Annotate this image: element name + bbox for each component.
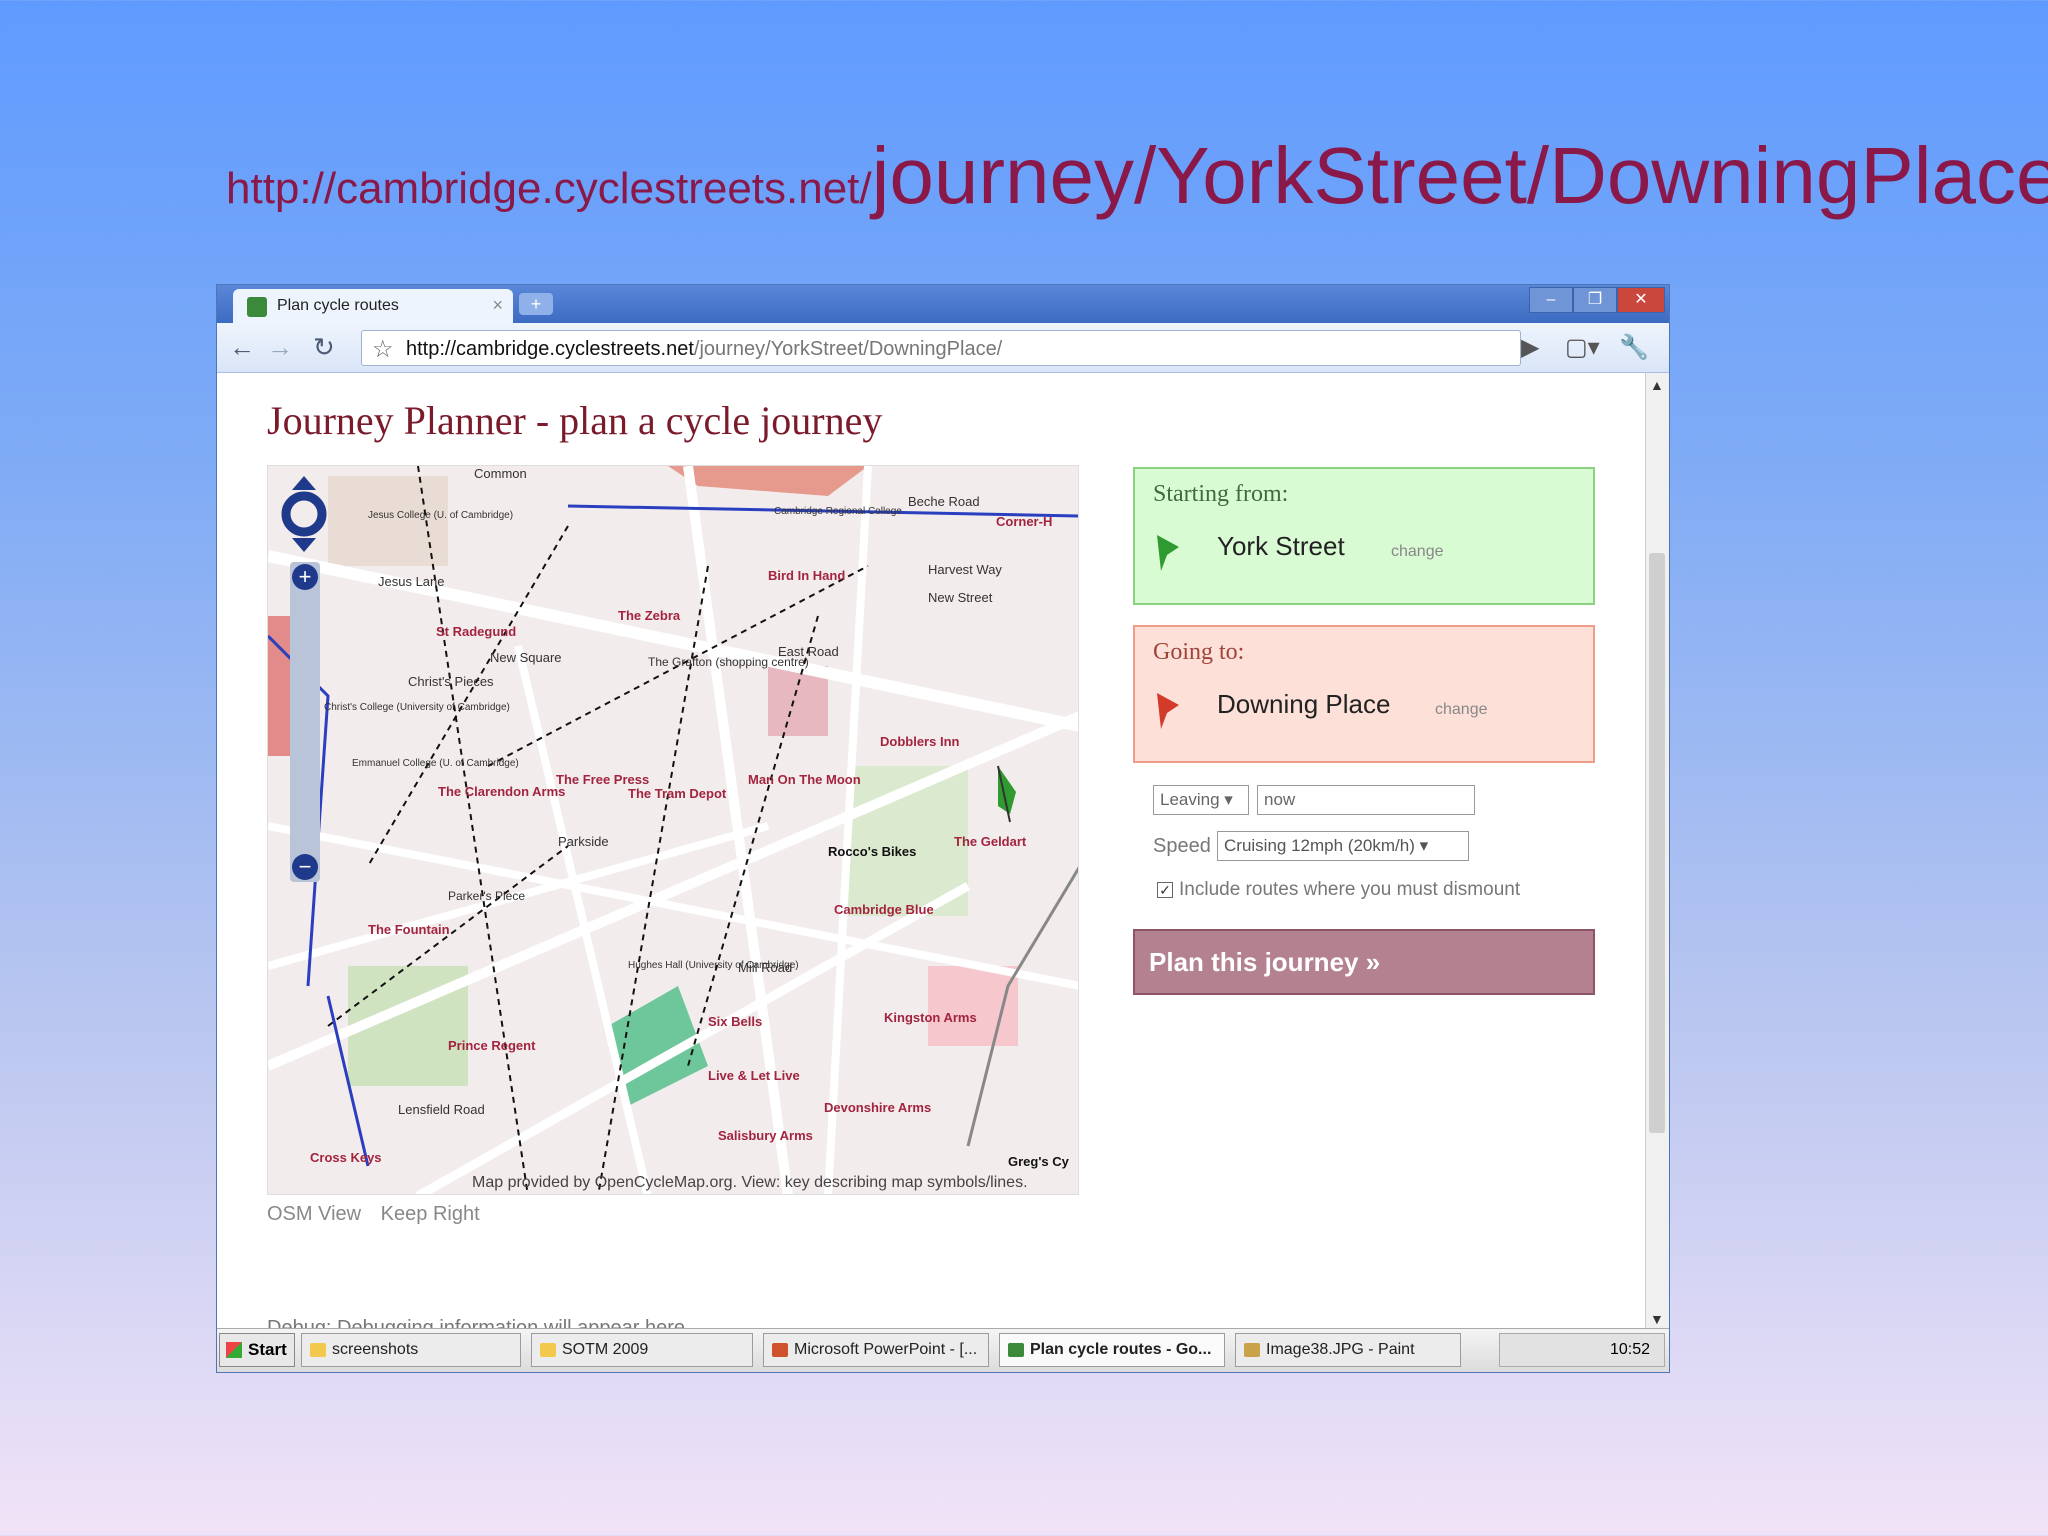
dismount-checkbox[interactable]: ✓	[1157, 882, 1173, 898]
zoom-in-icon[interactable]: +	[292, 564, 318, 590]
tab-title: Plan cycle routes	[277, 297, 399, 314]
task-label: screenshots	[332, 1341, 419, 1358]
map-canvas[interactable]	[268, 466, 1079, 1195]
task-label: SOTM 2009	[562, 1341, 649, 1358]
speed-value: Cruising 12mph (20km/h)	[1224, 836, 1415, 855]
reload-icon[interactable]: ↻	[313, 333, 335, 361]
red-flag-icon	[1157, 693, 1179, 729]
leaving-value: Leaving	[1160, 790, 1220, 809]
change-start-link[interactable]: change	[1391, 543, 1444, 561]
change-end-link[interactable]: change	[1435, 701, 1488, 719]
back-arrow-icon[interactable]: ←	[229, 333, 255, 361]
title-bar: Plan cycle routes × + – ❐ ✕	[217, 285, 1669, 323]
close-tab-icon[interactable]: ×	[492, 295, 503, 316]
paint-icon	[1244, 1343, 1260, 1357]
plan-journey-button[interactable]: Plan this journey »	[1133, 929, 1595, 995]
task-sotm[interactable]: SOTM 2009	[531, 1333, 753, 1367]
folder-icon	[310, 1343, 326, 1357]
dismount-option[interactable]: ✓ Include routes where you must dismount	[1157, 879, 1520, 901]
minimize-button[interactable]: –	[1529, 287, 1573, 313]
task-paint[interactable]: Image38.JPG - Paint	[1235, 1333, 1461, 1367]
go-arrow-icon[interactable]: ▶	[1521, 333, 1539, 362]
start-button[interactable]: Start	[219, 1333, 295, 1367]
cyclestreets-favicon-icon	[247, 297, 267, 317]
tab-plan-cycle-routes[interactable]: Plan cycle routes ×	[233, 289, 513, 323]
system-tray: 10:52	[1499, 1333, 1665, 1367]
start-place: York Street	[1217, 531, 1345, 561]
osm-view-link[interactable]: OSM View	[267, 1203, 361, 1225]
address-bar[interactable]: ☆ http://cambridge.cyclestreets.net/jour…	[361, 330, 1521, 366]
browser-toolbar: ← → ↻ ☆ http://cambridge.cyclestreets.ne…	[217, 323, 1669, 373]
task-label: Image38.JPG - Paint	[1266, 1341, 1415, 1358]
browser-icon	[1008, 1343, 1024, 1357]
task-label: Plan cycle routes - Go...	[1030, 1341, 1212, 1358]
scroll-up-icon[interactable]: ▲	[1650, 377, 1664, 393]
url-path: /journey/YorkStreet/DowningPlace/	[693, 338, 1003, 360]
green-flag-icon	[1157, 535, 1179, 571]
scroll-down-icon[interactable]: ▼	[1650, 1311, 1664, 1327]
scrollbar-thumb[interactable]	[1649, 553, 1665, 1133]
speed-select[interactable]: Cruising 12mph (20km/h) ▾	[1217, 831, 1469, 861]
slide-url-suffix: journey/YorkStreet/DowningPlace/	[871, 131, 2048, 220]
bookmark-star-icon[interactable]: ☆	[372, 335, 394, 364]
map-links: OSM View Keep Right	[267, 1203, 494, 1226]
zoom-out-icon[interactable]: −	[292, 854, 318, 880]
page-content: Journey Planner - plan a cycle journey +…	[217, 373, 1647, 1339]
when-input[interactable]: now	[1257, 785, 1475, 815]
url-host: http://cambridge.cyclestreets.net	[406, 338, 694, 360]
vertical-scrollbar[interactable]: ▲ ▼	[1645, 373, 1669, 1331]
taskbar: Start screenshots SOTM 2009 Microsoft Po…	[217, 1328, 1669, 1372]
start-label: Starting from:	[1153, 481, 1289, 507]
route-map[interactable]: + − Common Jesus College (U. of Cambridg…	[267, 465, 1079, 1195]
restore-button[interactable]: ❐	[1573, 287, 1617, 313]
end-panel: Going to: Downing Place change	[1133, 625, 1595, 763]
forward-arrow-icon[interactable]: →	[267, 333, 293, 361]
powerpoint-icon	[772, 1343, 788, 1357]
start-panel: Starting from: York Street change	[1133, 467, 1595, 605]
task-browser[interactable]: Plan cycle routes - Go...	[999, 1333, 1225, 1367]
task-powerpoint[interactable]: Microsoft PowerPoint - [...	[763, 1333, 989, 1367]
new-tab-button[interactable]: +	[519, 293, 553, 315]
map-zoom-slider[interactable]: + −	[290, 562, 320, 882]
dismount-label: Include routes where you must dismount	[1179, 879, 1521, 900]
keep-right-link[interactable]: Keep Right	[381, 1203, 480, 1225]
end-place: Downing Place	[1217, 689, 1391, 719]
start-label: Start	[248, 1340, 287, 1359]
map-pan-control[interactable]	[278, 476, 330, 552]
windows-logo-icon	[226, 1342, 242, 1358]
folder-icon	[540, 1343, 556, 1357]
leaving-select[interactable]: Leaving ▾	[1153, 785, 1249, 815]
task-label: Microsoft PowerPoint - [...	[794, 1341, 978, 1358]
browser-window: Plan cycle routes × + – ❐ ✕ ← → ↻ ☆ http…	[216, 284, 1670, 1373]
end-label: Going to:	[1153, 639, 1245, 665]
task-screenshots[interactable]: screenshots	[301, 1333, 521, 1367]
map-credit: Map provided by OpenCycleMap.org. View: …	[472, 1174, 1028, 1191]
speed-label: Speed	[1153, 835, 1211, 857]
close-button[interactable]: ✕	[1617, 287, 1665, 313]
page-menu-icon[interactable]: ▢▾	[1565, 333, 1600, 362]
clock: 10:52	[1610, 1341, 1651, 1358]
page-title: Journey Planner - plan a cycle journey	[267, 398, 883, 443]
slide-url-prefix: http://cambridge.cyclestreets.net/	[226, 164, 872, 213]
wrench-menu-icon[interactable]: 🔧	[1619, 333, 1649, 362]
slide-title: http://cambridge.cyclestreets.net/journe…	[226, 130, 2048, 245]
